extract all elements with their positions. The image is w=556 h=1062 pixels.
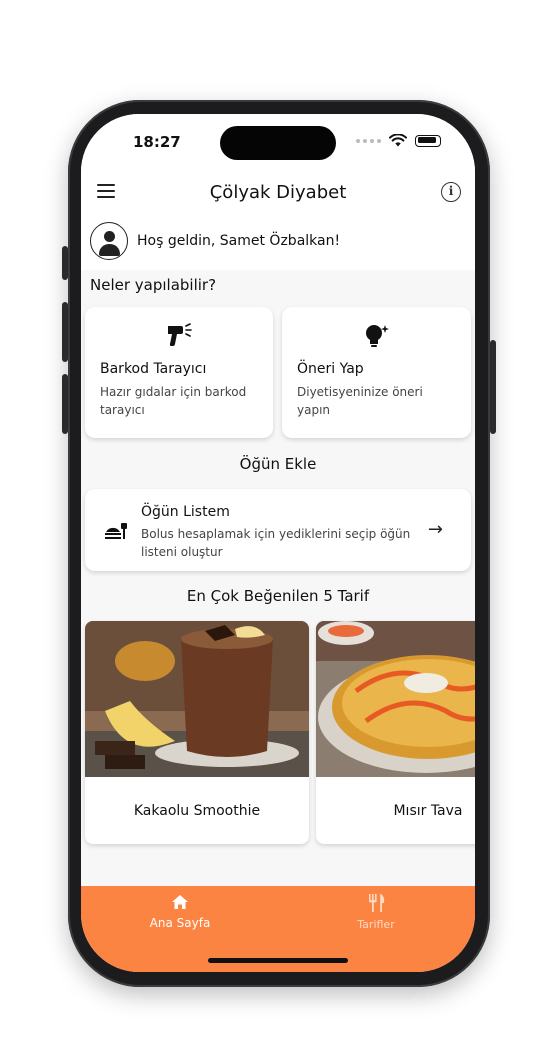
- status-time: 18:27: [133, 133, 181, 151]
- wifi-icon: [389, 134, 407, 147]
- barcode-scanner-card[interactable]: Barkod Tarayıcı Hazır gıdalar için barko…: [85, 307, 273, 438]
- barcode-scanner-icon: [168, 323, 192, 346]
- nav-label-recipes: Tarifler: [357, 918, 395, 931]
- barcode-card-title: Barkod Tarayıcı: [100, 361, 207, 377]
- dynamic-island: [220, 126, 336, 160]
- suggest-card-desc: Diyetisyeninize öneri yapın: [297, 385, 423, 417]
- avatar[interactable]: [90, 222, 128, 260]
- meal-heading: Öğün Ekle: [239, 455, 317, 473]
- recipe-card[interactable]: Mısır Tava: [316, 621, 475, 844]
- meal-icon: [105, 523, 127, 539]
- welcome-text: Hoş geldin, Samet Özbalkan!: [137, 233, 341, 249]
- recipe-card[interactable]: Kakaolu Smoothie: [85, 621, 309, 844]
- power-button: [490, 340, 496, 434]
- status-bar: 18:27: [81, 114, 475, 168]
- welcome-bar: Hoş geldin, Samet Özbalkan!: [81, 216, 475, 270]
- fork-knife-icon: [369, 894, 385, 912]
- signal-icon: [356, 138, 381, 143]
- recipe-image-corn: [316, 621, 475, 777]
- battery-icon: [415, 134, 441, 147]
- info-icon[interactable]: i: [441, 182, 461, 202]
- recipe-name: Mısır Tava: [393, 803, 463, 819]
- app-bar: Çölyak Diyabet i: [81, 168, 475, 216]
- meal-list-card[interactable]: Öğün Listem Bolus hesaplamak için yedikl…: [85, 489, 471, 571]
- page-title: Çölyak Diyabet: [209, 182, 347, 203]
- silent-switch: [62, 246, 68, 280]
- lightbulb-icon: [365, 325, 389, 347]
- home-indicator: [208, 958, 348, 963]
- recipe-name: Kakaolu Smoothie: [133, 803, 261, 819]
- meal-card-title: Öğün Listem: [141, 504, 230, 520]
- actions-heading: Neler yapılabilir?: [90, 276, 217, 294]
- recipe-image-smoothie: [85, 621, 309, 777]
- screen: 18:27 Çölyak Diyabet i Hoş geldin, Samet…: [81, 114, 475, 972]
- suggest-card[interactable]: Öneri Yap Diyetisyeninize öneri yapın: [282, 307, 471, 438]
- nav-item-home[interactable]: Ana Sayfa: [120, 894, 240, 930]
- recipes-heading: En Çok Beğenilen 5 Tarif: [186, 587, 370, 605]
- nav-label-home: Ana Sayfa: [149, 916, 211, 930]
- arrow-right-icon[interactable]: →: [428, 519, 443, 540]
- volume-up-button: [62, 302, 68, 362]
- home-icon: [172, 895, 188, 909]
- status-icons: [356, 134, 441, 147]
- suggest-card-title: Öneri Yap: [297, 361, 364, 377]
- volume-down-button: [62, 374, 68, 434]
- meal-card-desc: Bolus hesaplamak için yediklerini seçip …: [141, 527, 411, 559]
- barcode-card-desc: Hazır gıdalar için barkod tarayıcı: [100, 385, 247, 417]
- nav-item-recipes[interactable]: Tarifler: [316, 894, 436, 931]
